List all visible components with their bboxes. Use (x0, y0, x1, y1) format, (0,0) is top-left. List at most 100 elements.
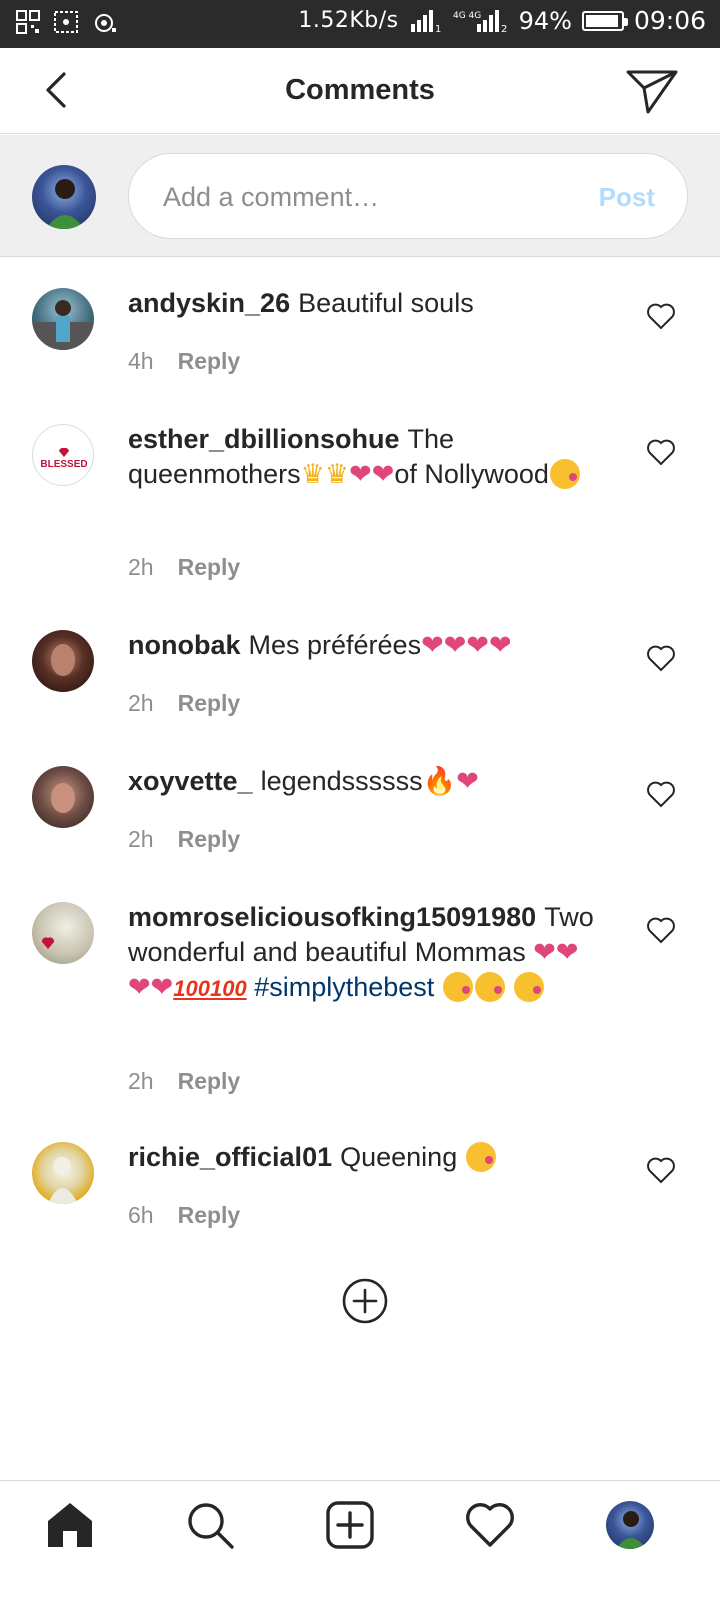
comment-avatar[interactable] (32, 288, 94, 350)
comment-content-end: of Nollywood (394, 459, 549, 489)
blessed-logo-icon: BLESSED (40, 447, 88, 470)
new-post-icon (326, 1501, 374, 1549)
reply-button[interactable]: Reply (178, 1202, 241, 1228)
comment-username[interactable]: nonobak (128, 630, 241, 660)
camera-notification-icon (95, 14, 116, 32)
comment-meta: 2h Reply (128, 826, 240, 853)
sim2-network-label: 4G 4G (453, 11, 481, 21)
sim1-label: 1 (435, 24, 441, 34)
share-button[interactable] (624, 66, 680, 116)
nav-home[interactable] (44, 1499, 96, 1551)
nav-activity[interactable] (464, 1499, 516, 1551)
comment-avatar[interactable] (32, 1142, 94, 1204)
comment-avatar[interactable] (32, 902, 94, 964)
signal-sim2-icon: 4G 4G 2 (453, 9, 507, 34)
comment-meta: 6h Reply (128, 1202, 240, 1229)
comment-item: nonobak Mes préférées❤❤❤❤ 2h Reply (0, 600, 720, 736)
reply-button[interactable]: Reply (178, 348, 241, 374)
current-user-avatar (32, 165, 96, 229)
heart-eyes-emoji (465, 1142, 496, 1172)
heart-emoji: ❤ (150, 972, 174, 1003)
hundred-points-emoji: 100 (209, 976, 247, 1001)
heart-icon[interactable] (646, 644, 676, 672)
load-more-comments-icon[interactable] (342, 1278, 388, 1324)
reply-button[interactable]: Reply (178, 690, 241, 716)
comment-text: momroseliciousofking15091980 Two wonderfu… (128, 900, 598, 1006)
kissing-face-emoji (549, 459, 580, 489)
search-icon (188, 1503, 234, 1549)
comment-username[interactable]: richie_official01 (128, 1142, 332, 1172)
home-icon (48, 1503, 92, 1547)
comment-avatar[interactable] (32, 630, 94, 692)
qr-scan-icon (16, 10, 40, 34)
comment-text: nonobak Mes préférées❤❤❤❤ (128, 628, 598, 663)
reply-button[interactable]: Reply (178, 1068, 241, 1094)
comment-username[interactable]: esther_dbillionsohue (128, 424, 400, 454)
comment-meta: 2h Reply (128, 1068, 240, 1095)
hundred-points-emoji: 100 (173, 976, 210, 1001)
kissing-face-emoji (474, 972, 505, 1002)
clock: 09:06 (633, 6, 706, 35)
comment-meta: 2h Reply (128, 690, 240, 717)
comment-content: Beautiful souls (298, 288, 474, 318)
comment-time: 2h (128, 826, 154, 852)
user-photo-icon (46, 179, 84, 229)
comment-text: esther_dbillionsohue The queenmothers♛♛❤❤… (128, 422, 598, 492)
comments-header: Comments (0, 48, 720, 134)
nav-search[interactable] (184, 1499, 236, 1551)
heart-emoji: ❤ (421, 630, 444, 661)
kissing-face-emoji (514, 972, 545, 1002)
status-system-icons: 1.52Kb/s 1 4G 4G 2 94% 09:06 (298, 6, 706, 35)
comment-item: xoyvette_ legendssssss🔥❤ 2h Reply (0, 736, 720, 872)
network-speed: 1.52Kb/s (298, 8, 399, 33)
heart-icon[interactable] (646, 438, 676, 466)
heart-emoji: ❤ (349, 459, 372, 490)
comment-input[interactable]: Add a comment… Post (128, 153, 688, 239)
reply-button[interactable]: Reply (178, 554, 241, 580)
reply-button[interactable]: Reply (178, 826, 241, 852)
battery-icon (581, 10, 628, 31)
comment-username[interactable]: xoyvette_ (128, 766, 253, 796)
comment-meta: 2h Reply (128, 554, 240, 581)
comment-time: 4h (128, 348, 154, 374)
bottom-navigation (0, 1480, 720, 1614)
heart-emoji: ❤ (371, 459, 395, 490)
heart-emoji: ❤ (466, 630, 489, 661)
nav-new-post[interactable] (324, 1499, 376, 1551)
signal-sim1-icon: 1 (410, 9, 441, 34)
heart-emoji: ❤ (555, 937, 579, 968)
sim2-label: 2 (501, 24, 507, 34)
kissing-face-emoji (442, 972, 473, 1002)
heart-icon[interactable] (646, 1156, 676, 1184)
nav-profile-avatar[interactable] (606, 1501, 654, 1549)
heart-emoji: ❤ (443, 630, 467, 661)
comment-username[interactable]: andyskin_26 (128, 288, 290, 318)
heart-emoji: ❤ (533, 937, 556, 968)
comment-avatar[interactable]: BLESSED (32, 424, 94, 486)
crown-emoji: ♛ (324, 459, 350, 490)
comment-item: richie_official01 Queening 6h Reply (0, 1112, 720, 1248)
heart-icon[interactable] (646, 302, 676, 330)
heart-emoji: ❤ (128, 972, 151, 1003)
crown-emoji: ♛ (300, 459, 325, 490)
heart-emoji: ❤ (488, 630, 512, 661)
heart-icon[interactable] (646, 916, 676, 944)
post-button[interactable]: Post (599, 182, 655, 213)
statue-photo-icon (48, 1157, 78, 1204)
heart-emoji: ❤ (456, 766, 479, 797)
battery-percent: 94% (518, 6, 572, 35)
user-photo-icon (616, 1511, 646, 1549)
comment-meta: 4h Reply (128, 348, 240, 375)
comment-time: 2h (128, 554, 154, 580)
image-icon (54, 11, 78, 33)
comment-content: Queening (340, 1142, 458, 1172)
comment-text: richie_official01 Queening (128, 1140, 598, 1175)
user-photo-icon (51, 644, 75, 676)
comment-content: legendssssss (260, 766, 423, 796)
hashtag-link[interactable]: #simplythebest (254, 972, 434, 1002)
user-photo-icon (51, 783, 75, 813)
comment-avatar[interactable] (32, 766, 94, 828)
comment-username[interactable]: momroseliciousofking15091980 (128, 902, 536, 932)
heart-icon[interactable] (646, 780, 676, 808)
status-notification-icons (16, 10, 116, 34)
